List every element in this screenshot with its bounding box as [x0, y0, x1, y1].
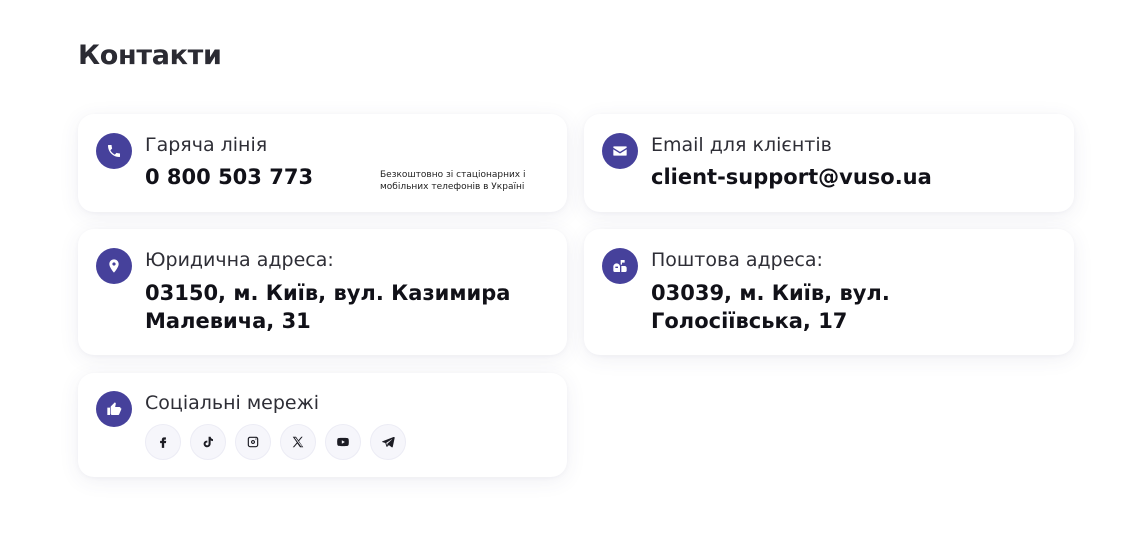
- youtube-icon: [337, 437, 349, 447]
- page-title: Контакти: [78, 40, 222, 71]
- location-pin-icon: [96, 248, 132, 284]
- email-label: Email для клієнтів: [651, 134, 832, 156]
- x-icon: [292, 436, 304, 448]
- hotline-label: Гаряча лінія: [145, 134, 268, 156]
- envelope-icon: [602, 133, 638, 169]
- email-link[interactable]: client-support@vuso.ua: [651, 163, 932, 191]
- postal-address-card: Поштова адреса: 03039, м. Київ, вул. Гол…: [584, 229, 1074, 355]
- instagram-icon: [247, 436, 259, 448]
- social-label: Соціальні мережі: [145, 392, 319, 414]
- social-card: Соціальні мережі: [78, 373, 567, 477]
- x-link[interactable]: [280, 424, 316, 460]
- mailbox-icon: [602, 248, 638, 284]
- hotline-number-link[interactable]: 0 800 503 773: [145, 163, 313, 191]
- social-links: [145, 424, 406, 460]
- telegram-link[interactable]: [370, 424, 406, 460]
- postal-address-value: 03039, м. Київ, вул. Голосіївська, 17: [651, 281, 890, 333]
- telegram-icon: [382, 436, 395, 448]
- legal-address-card: Юридична адреса: 03150, м. Київ, вул. Ка…: [78, 229, 567, 355]
- tiktok-icon: [203, 436, 213, 448]
- legal-address-label: Юридична адреса:: [145, 249, 334, 271]
- phone-icon: [96, 133, 132, 169]
- facebook-icon: [160, 437, 167, 448]
- instagram-link[interactable]: [235, 424, 271, 460]
- hotline-card: Гаряча лінія 0 800 503 773 Безкоштовно з…: [78, 114, 567, 212]
- postal-address-label: Поштова адреса:: [651, 249, 823, 271]
- legal-address-value: 03150, м. Київ, вул. Казимира Малевича, …: [145, 281, 511, 333]
- email-card: Email для клієнтів client-support@vuso.u…: [584, 114, 1074, 212]
- thumbs-up-icon: [96, 391, 132, 427]
- youtube-link[interactable]: [325, 424, 361, 460]
- hotline-note: Безкоштовно зі стаціонарних і мобільних …: [380, 170, 526, 192]
- tiktok-link[interactable]: [190, 424, 226, 460]
- facebook-link[interactable]: [145, 424, 181, 460]
